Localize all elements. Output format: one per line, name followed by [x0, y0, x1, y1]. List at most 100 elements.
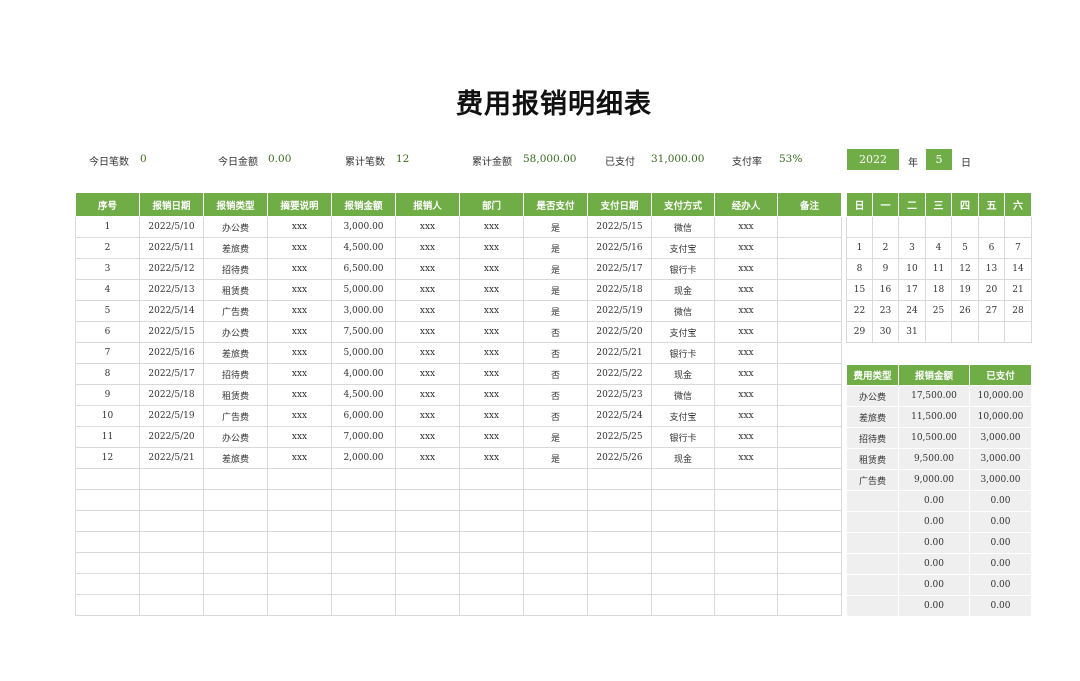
- table-cell[interactable]: 11: [75, 426, 140, 448]
- calendar-cell[interactable]: 24: [898, 300, 926, 322]
- table-cell[interactable]: 2022/5/11: [139, 237, 204, 259]
- table-cell[interactable]: 2022/5/17: [587, 258, 652, 280]
- calendar-cell[interactable]: 18: [925, 279, 952, 301]
- table-cell[interactable]: 2,000.00: [331, 447, 396, 469]
- table-cell[interactable]: 否: [523, 342, 588, 364]
- summary-cell[interactable]: 10,000.00: [969, 406, 1032, 428]
- table-cell[interactable]: xxx: [395, 216, 460, 238]
- table-cell[interactable]: [75, 510, 140, 532]
- table-cell[interactable]: [523, 489, 588, 511]
- table-cell[interactable]: 否: [523, 363, 588, 385]
- table-cell[interactable]: 招待费: [203, 258, 268, 280]
- table-cell[interactable]: [714, 573, 778, 595]
- table-cell[interactable]: xxx: [267, 321, 332, 343]
- table-cell[interactable]: 现金: [651, 363, 715, 385]
- table-cell[interactable]: xxx: [459, 363, 524, 385]
- table-cell[interactable]: 租赁费: [203, 279, 268, 301]
- table-cell[interactable]: [523, 594, 588, 616]
- summary-cell[interactable]: 差旅费: [846, 406, 899, 428]
- table-cell[interactable]: 2022/5/10: [139, 216, 204, 238]
- table-cell[interactable]: 2022/5/18: [587, 279, 652, 301]
- table-cell[interactable]: 2022/5/19: [587, 300, 652, 322]
- calendar-cell[interactable]: 4: [925, 237, 952, 259]
- summary-cell[interactable]: [846, 574, 899, 596]
- table-cell[interactable]: [651, 510, 715, 532]
- summary-cell[interactable]: 0.00: [969, 595, 1032, 617]
- table-cell[interactable]: 否: [523, 384, 588, 406]
- calendar-cell[interactable]: 3: [898, 237, 926, 259]
- table-cell[interactable]: [777, 321, 842, 343]
- table-cell[interactable]: 2022/5/18: [139, 384, 204, 406]
- table-cell[interactable]: xxx: [714, 216, 778, 238]
- table-cell[interactable]: [714, 594, 778, 616]
- calendar-cell[interactable]: 23: [872, 300, 899, 322]
- table-cell[interactable]: 2: [75, 237, 140, 259]
- table-cell[interactable]: 差旅费: [203, 237, 268, 259]
- table-cell[interactable]: [777, 300, 842, 322]
- table-cell[interactable]: 是: [523, 300, 588, 322]
- table-cell[interactable]: [777, 594, 842, 616]
- table-cell[interactable]: [459, 594, 524, 616]
- table-cell[interactable]: [777, 552, 842, 574]
- table-cell[interactable]: [587, 489, 652, 511]
- table-cell[interactable]: [331, 594, 396, 616]
- table-cell[interactable]: 1: [75, 216, 140, 238]
- table-cell[interactable]: 12: [75, 447, 140, 469]
- table-cell[interactable]: 支付宝: [651, 405, 715, 427]
- table-cell[interactable]: 3,000.00: [331, 216, 396, 238]
- summary-cell[interactable]: 0.00: [898, 490, 970, 512]
- table-cell[interactable]: xxx: [714, 342, 778, 364]
- table-cell[interactable]: [203, 531, 268, 553]
- table-cell[interactable]: [203, 594, 268, 616]
- table-cell[interactable]: 是: [523, 447, 588, 469]
- table-cell[interactable]: [459, 468, 524, 490]
- table-cell[interactable]: xxx: [395, 300, 460, 322]
- calendar-cell[interactable]: 22: [846, 300, 873, 322]
- table-cell[interactable]: 2022/5/14: [139, 300, 204, 322]
- table-cell[interactable]: [75, 489, 140, 511]
- summary-cell[interactable]: 0.00: [969, 490, 1032, 512]
- summary-cell[interactable]: 0.00: [898, 574, 970, 596]
- table-cell[interactable]: xxx: [714, 384, 778, 406]
- table-cell[interactable]: [777, 216, 842, 238]
- summary-cell[interactable]: 10,000.00: [969, 385, 1032, 407]
- table-cell[interactable]: [777, 468, 842, 490]
- table-cell[interactable]: [331, 510, 396, 532]
- table-cell[interactable]: xxx: [459, 237, 524, 259]
- table-cell[interactable]: 2022/5/23: [587, 384, 652, 406]
- summary-cell[interactable]: 17,500.00: [898, 385, 970, 407]
- table-cell[interactable]: [75, 531, 140, 553]
- table-cell[interactable]: 7: [75, 342, 140, 364]
- calendar-cell[interactable]: 7: [1004, 237, 1032, 259]
- table-cell[interactable]: [331, 573, 396, 595]
- summary-cell[interactable]: [846, 511, 899, 533]
- calendar-cell[interactable]: 20: [978, 279, 1005, 301]
- table-cell[interactable]: 办公费: [203, 426, 268, 448]
- table-cell[interactable]: 招待费: [203, 363, 268, 385]
- table-cell[interactable]: [587, 531, 652, 553]
- table-cell[interactable]: [714, 468, 778, 490]
- table-cell[interactable]: 银行卡: [651, 426, 715, 448]
- table-cell[interactable]: [523, 573, 588, 595]
- summary-cell[interactable]: 9,500.00: [898, 448, 970, 470]
- table-cell[interactable]: xxx: [267, 426, 332, 448]
- table-cell[interactable]: 6,500.00: [331, 258, 396, 280]
- table-cell[interactable]: [395, 552, 460, 574]
- table-cell[interactable]: 2022/5/21: [139, 447, 204, 469]
- table-cell[interactable]: [395, 510, 460, 532]
- table-cell[interactable]: 2022/5/17: [139, 363, 204, 385]
- summary-cell[interactable]: 9,000.00: [898, 469, 970, 491]
- table-cell[interactable]: [139, 594, 204, 616]
- table-cell[interactable]: 差旅费: [203, 342, 268, 364]
- table-cell[interactable]: 广告费: [203, 300, 268, 322]
- table-cell[interactable]: [395, 594, 460, 616]
- table-cell[interactable]: [459, 489, 524, 511]
- table-cell[interactable]: [267, 552, 332, 574]
- summary-cell[interactable]: 租赁费: [846, 448, 899, 470]
- table-cell[interactable]: [203, 510, 268, 532]
- table-cell[interactable]: xxx: [267, 237, 332, 259]
- calendar-cell[interactable]: [846, 216, 873, 238]
- table-cell[interactable]: xxx: [395, 405, 460, 427]
- table-cell[interactable]: 是: [523, 279, 588, 301]
- table-cell[interactable]: [395, 489, 460, 511]
